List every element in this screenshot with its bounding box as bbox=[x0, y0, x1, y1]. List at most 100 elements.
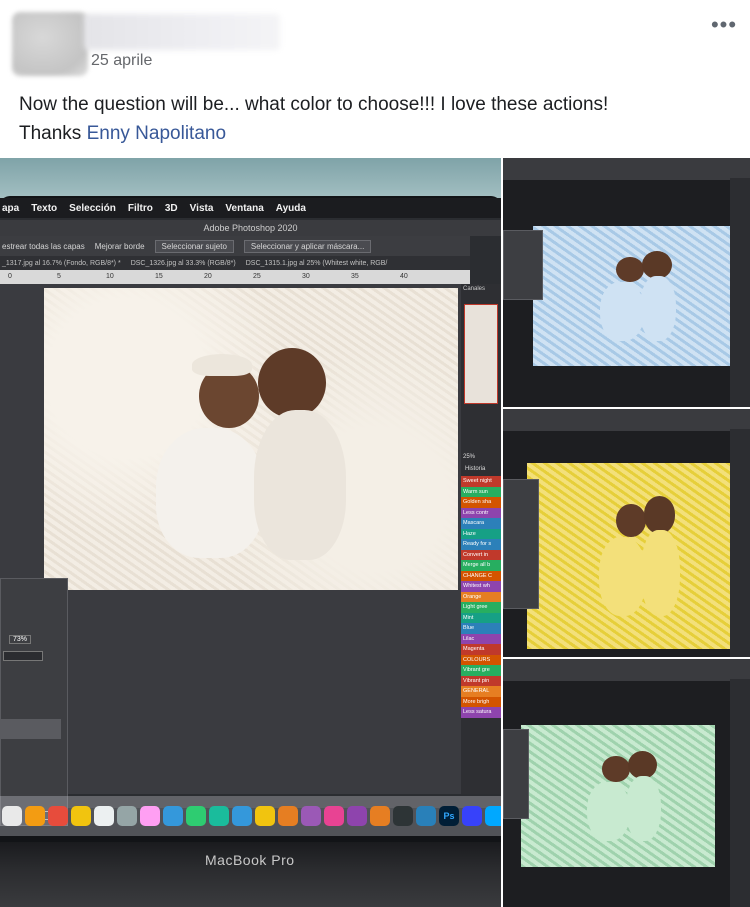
photo-grid: apa Texto Selección Filtro 3D Vista Ventana Ayu… bbox=[0, 158, 750, 907]
dock-app-icon[interactable] bbox=[71, 806, 91, 826]
dock-app-icon[interactable] bbox=[301, 806, 321, 826]
dock-app-icon[interactable] bbox=[232, 806, 252, 826]
action-item[interactable]: Mascara bbox=[461, 518, 501, 529]
action-item[interactable]: Lilac bbox=[461, 633, 501, 644]
wrap-right bbox=[254, 410, 346, 560]
option-item[interactable]: estrear todas las capas bbox=[2, 242, 85, 251]
menu-item[interactable]: Filtro bbox=[128, 203, 153, 214]
baby-wrap bbox=[641, 529, 680, 616]
action-item[interactable]: Haze bbox=[461, 528, 501, 539]
panel-label: Canales bbox=[463, 286, 486, 292]
menu-item[interactable]: Selección bbox=[69, 203, 116, 214]
thumb-toolbar bbox=[503, 659, 750, 681]
photoshop-menubar: apa Texto Selección Filtro 3D Vista Ventana Ayu… bbox=[0, 198, 501, 218]
post-date[interactable]: 25 aprile bbox=[91, 52, 152, 70]
author-name-blurred[interactable] bbox=[84, 14, 280, 50]
thumb-toolbar bbox=[503, 409, 750, 431]
action-item[interactable]: More brigh bbox=[461, 696, 501, 707]
option-item[interactable]: Mejorar borde bbox=[95, 242, 145, 251]
action-item[interactable]: Mint bbox=[461, 612, 501, 623]
dock-app-icon[interactable] bbox=[2, 806, 22, 826]
baby-head-right bbox=[258, 348, 326, 418]
thumb-doc-green bbox=[521, 725, 715, 867]
float-slider[interactable] bbox=[3, 651, 43, 661]
action-item[interactable]: Sweet night bbox=[461, 476, 501, 487]
actions-list: Sweet night Warm sun Golden sha Less contr M… bbox=[461, 476, 501, 718]
dock-app-icon[interactable] bbox=[186, 806, 206, 826]
photo-thumb-yellow[interactable] bbox=[503, 409, 750, 657]
dock-app-icon[interactable] bbox=[462, 806, 482, 826]
float-zoom[interactable]: 73% bbox=[9, 635, 32, 644]
dock-app-icon[interactable] bbox=[255, 806, 275, 826]
action-item[interactable]: Vibrant pin bbox=[461, 675, 501, 686]
action-item[interactable]: COLOURS bbox=[461, 654, 501, 665]
dock-app-icon[interactable] bbox=[370, 806, 390, 826]
history-label: Historia bbox=[465, 466, 486, 472]
dock-app-icon[interactable] bbox=[140, 806, 160, 826]
photo-thumb-green[interactable] bbox=[503, 659, 750, 907]
menu-item[interactable]: Vista bbox=[190, 203, 214, 214]
photo-main-laptop[interactable]: apa Texto Selección Filtro 3D Vista Ventana Ayu… bbox=[0, 158, 501, 907]
dock-app-icon[interactable] bbox=[25, 806, 45, 826]
doc-tab[interactable]: _1317.jpg al 16.7% (Fondo, RGB/8*) * bbox=[2, 260, 121, 267]
thumb-actions-panel bbox=[730, 178, 750, 407]
baby-wrap bbox=[586, 781, 630, 842]
macos-dock: Ps bbox=[0, 796, 501, 836]
dock-app-icon[interactable]: Ps bbox=[439, 806, 459, 826]
mention-link[interactable]: Enny Napolitano bbox=[87, 123, 226, 144]
doc-tab[interactable]: DSC_1326.jpg al 33.3% (RGB/8*) bbox=[131, 260, 236, 267]
menu-item[interactable]: Texto bbox=[31, 203, 57, 214]
dock-app-icon[interactable] bbox=[94, 806, 114, 826]
photo-thumb-blue[interactable] bbox=[503, 158, 750, 407]
baby-wrap bbox=[639, 276, 676, 341]
baby-head bbox=[643, 496, 676, 534]
action-item[interactable]: Light gree bbox=[461, 602, 501, 613]
photoshop-doc-tabs: _1317.jpg al 16.7% (Fondo, RGB/8*) * DSC_… bbox=[0, 256, 470, 270]
dock-app-icon[interactable] bbox=[416, 806, 436, 826]
menu-item[interactable]: Ventana bbox=[225, 203, 263, 214]
doc-tab[interactable]: DSC_1315.1.jpg al 25% (Whitest white, RG… bbox=[246, 260, 388, 267]
action-item[interactable]: Orange bbox=[461, 591, 501, 602]
thumb-actions-panel bbox=[730, 429, 750, 657]
action-item[interactable]: Ready for s bbox=[461, 539, 501, 550]
thumb-float-panel bbox=[503, 230, 543, 300]
dock-app-icon[interactable] bbox=[209, 806, 229, 826]
dock-app-icon[interactable] bbox=[117, 806, 137, 826]
floating-layers-panel: 73% bbox=[0, 578, 68, 826]
action-item[interactable]: Convert in bbox=[461, 549, 501, 560]
float-selected-row bbox=[1, 719, 61, 739]
action-item[interactable]: Vibrant gre bbox=[461, 665, 501, 676]
dock-app-icon[interactable] bbox=[48, 806, 68, 826]
action-item[interactable]: Blue bbox=[461, 623, 501, 634]
dock-app-icon[interactable] bbox=[485, 806, 501, 826]
option-item[interactable]: Seleccionar y aplicar máscara... bbox=[243, 239, 372, 253]
thumb-actions-panel bbox=[730, 679, 750, 907]
dock-app-icon[interactable] bbox=[278, 806, 298, 826]
action-item[interactable]: Less contr bbox=[461, 507, 501, 518]
artboard-white bbox=[44, 288, 458, 590]
dock-app-icon[interactable] bbox=[324, 806, 344, 826]
baby-wrap bbox=[599, 537, 646, 616]
action-item[interactable]: Magenta bbox=[461, 644, 501, 655]
action-item[interactable]: Golden sha bbox=[461, 497, 501, 508]
action-item[interactable]: Merge all b bbox=[461, 560, 501, 571]
menu-item[interactable]: Ayuda bbox=[276, 203, 306, 214]
dock-app-icon[interactable] bbox=[163, 806, 183, 826]
action-item[interactable]: Less satura bbox=[461, 707, 501, 718]
macbook-label: MacBook Pro bbox=[205, 852, 295, 868]
dock-app-icon[interactable] bbox=[347, 806, 367, 826]
action-item[interactable]: CHANGE C bbox=[461, 570, 501, 581]
photoshop-ruler: 0 5 10 15 20 25 30 35 40 bbox=[0, 270, 470, 284]
wrap-left bbox=[156, 428, 264, 558]
more-options-button[interactable]: ••• bbox=[708, 12, 740, 38]
menu-item[interactable]: 3D bbox=[165, 203, 178, 214]
avatar[interactable] bbox=[12, 12, 88, 76]
more-icon: ••• bbox=[710, 12, 738, 37]
action-item[interactable]: Whitest wh bbox=[461, 581, 501, 592]
option-item[interactable]: Seleccionar sujeto bbox=[154, 239, 234, 253]
menu-item[interactable]: apa bbox=[2, 203, 19, 214]
action-item[interactable]: Warm sun bbox=[461, 486, 501, 497]
dock-app-icon[interactable] bbox=[393, 806, 413, 826]
thumb-doc-yellow bbox=[527, 463, 739, 649]
action-item[interactable]: GENERAL bbox=[461, 686, 501, 697]
